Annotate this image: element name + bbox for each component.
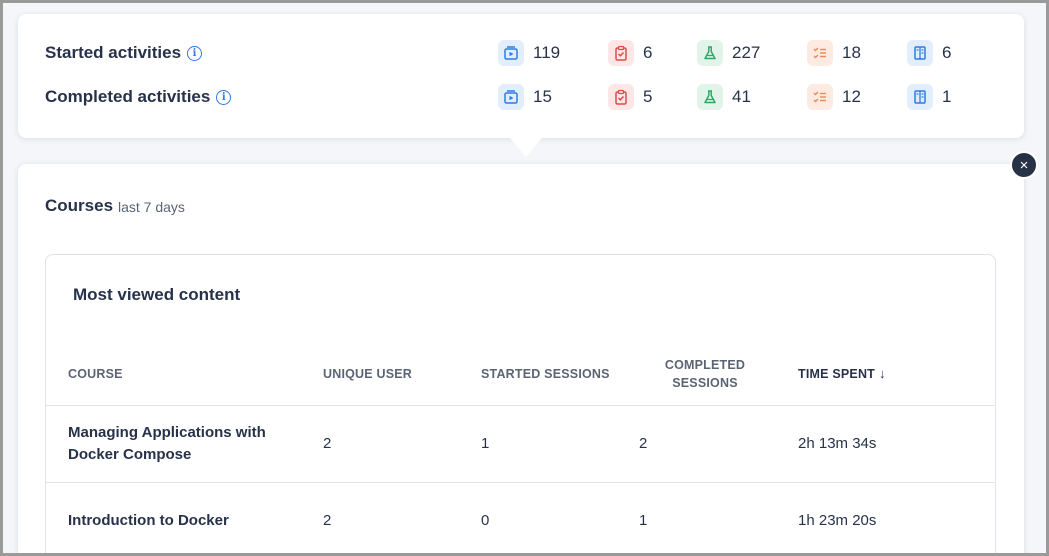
course-name[interactable]: Introduction to Docker: [68, 510, 288, 532]
table-title: Most viewed content: [73, 285, 241, 304]
info-icon[interactable]: i: [187, 45, 203, 61]
stat-value: 5: [643, 87, 653, 106]
courses-title: Courses: [45, 196, 114, 215]
row-divider: [46, 482, 995, 483]
completed-sessions-value: 2: [639, 435, 648, 452]
column-header-completed-line2: SESSIONS: [672, 376, 738, 390]
started-activities-label: Started activities: [45, 43, 182, 62]
stat-value: 227: [732, 43, 761, 62]
time-spent-label: TIME SPENT: [798, 367, 876, 381]
checklist-icon: [807, 84, 833, 110]
courses-panel: Courses last 7 days Most viewed content …: [18, 164, 1024, 556]
video-icon: [498, 40, 524, 66]
started-assessments-stat: 6: [608, 39, 652, 67]
started-videos-stat: 119: [498, 39, 560, 67]
completed-sessions-value: 1: [639, 512, 648, 529]
started-sessions-value: 1: [481, 435, 490, 452]
column-header-started-sessions[interactable]: STARTED SESSIONS: [481, 365, 610, 383]
clipboard-check-icon: [608, 40, 634, 66]
column-header-unique-user[interactable]: UNIQUE USER: [323, 365, 412, 383]
stat-value: 119: [533, 43, 561, 62]
column-header-course[interactable]: COURSE: [68, 365, 123, 383]
started-sessions-value: 0: [481, 512, 490, 529]
stat-value: 6: [643, 43, 653, 62]
stat-value: 6: [942, 43, 952, 62]
unique-user-value: 2: [323, 435, 332, 452]
completed-assessments-stat: 5: [608, 83, 652, 111]
info-icon[interactable]: i: [216, 89, 232, 105]
completed-labs-stat: 41: [697, 83, 751, 111]
activity-summary-card: Started activities i Completed activitie…: [18, 14, 1024, 138]
flask-icon: [697, 40, 723, 66]
completed-videos-stat: 15: [498, 83, 552, 111]
guide-icon: [907, 84, 933, 110]
time-spent-value: 2h 13m 34s: [798, 435, 877, 452]
column-header-completed-line1: COMPLETED: [664, 358, 746, 372]
stat-value: 18: [842, 43, 861, 62]
flask-icon: [697, 84, 723, 110]
stat-value: 15: [533, 87, 552, 106]
completed-activities-row: Completed activities i: [45, 83, 232, 111]
completed-checklists-stat: 12: [807, 83, 861, 111]
column-header-completed-sessions[interactable]: COMPLETED SESSIONS: [646, 356, 764, 392]
time-spent-value: 1h 23m 20s: [798, 512, 877, 529]
header-divider: [46, 405, 995, 406]
stat-value: 1: [942, 87, 952, 106]
completed-guides-stat: 1: [907, 83, 951, 111]
started-activities-row: Started activities i: [45, 39, 203, 67]
completed-activities-label: Completed activities: [45, 87, 211, 106]
close-button[interactable]: ×: [1010, 151, 1038, 179]
close-icon: ×: [1019, 156, 1029, 174]
video-icon: [498, 84, 524, 110]
most-viewed-table-card: Most viewed content COURSE UNIQUE USER S…: [45, 254, 996, 556]
column-header-time-spent[interactable]: TIME SPENT ↓: [798, 365, 886, 383]
started-labs-stat: 227: [697, 39, 760, 67]
clipboard-check-icon: [608, 84, 634, 110]
sort-descending-icon: ↓: [879, 366, 886, 381]
stat-value: 41: [732, 87, 751, 106]
unique-user-value: 2: [323, 512, 332, 529]
guide-icon: [907, 40, 933, 66]
started-guides-stat: 6: [907, 39, 951, 67]
courses-period: last 7 days: [118, 199, 185, 215]
started-checklists-stat: 18: [807, 39, 861, 67]
checklist-icon: [807, 40, 833, 66]
course-name[interactable]: Managing Applications with Docker Compos…: [68, 422, 288, 466]
popover-pointer: [509, 137, 543, 157]
stat-value: 12: [842, 87, 861, 106]
